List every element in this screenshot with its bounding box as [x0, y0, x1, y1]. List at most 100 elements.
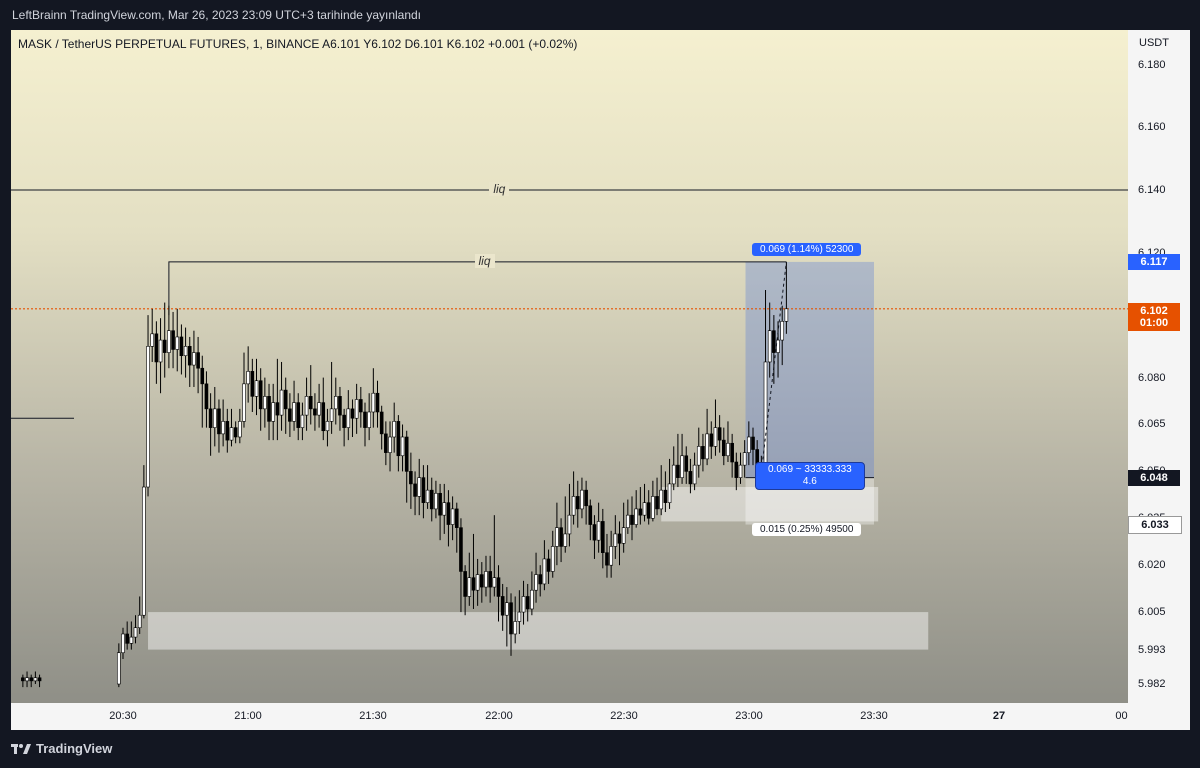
candle-body-75	[409, 471, 413, 485]
candle-body-112	[563, 533, 568, 547]
candle-body-37	[250, 371, 255, 397]
time-tick-7: 27	[992, 710, 1006, 722]
stop-label: 0.015 (0.25%) 49500	[752, 523, 862, 536]
symbol-legend[interactable]: MASK / TetherUS PERPETUAL FUTURES, 1, BI…	[18, 37, 577, 51]
tradingview-logo-icon	[11, 743, 31, 754]
candle-body-44	[279, 389, 284, 416]
candle-body-63	[359, 399, 363, 413]
candle-body-148	[713, 427, 718, 447]
liq-upper-label: liq	[489, 182, 510, 196]
candle-body-99	[509, 602, 513, 635]
candle-body-139	[676, 464, 680, 478]
candle-body-122	[605, 552, 609, 566]
candle-body-97	[500, 596, 505, 616]
candle-body-38	[254, 380, 259, 397]
candle-body-108	[546, 558, 551, 572]
candle-body-125	[617, 533, 622, 544]
candle-body-68	[379, 411, 384, 435]
candlestick-chart[interactable]	[11, 30, 1128, 703]
candle-body-114	[571, 496, 576, 516]
candle-body-130	[638, 508, 643, 516]
candle-body-14	[154, 333, 159, 363]
candle-body-155	[742, 452, 747, 466]
candle-body-145	[701, 446, 705, 460]
candle-body-142	[688, 471, 693, 485]
candle-body-107	[542, 558, 547, 585]
candle-body-32	[229, 427, 234, 441]
candle-body-127	[626, 514, 630, 528]
time-tick-1: 21:00	[234, 710, 262, 722]
price-axis[interactable]: USDT 6.1806.1606.1406.1206.0806.0656.050…	[1128, 30, 1190, 703]
candle-body-115	[575, 496, 580, 510]
candle-body-39	[258, 380, 263, 410]
candle-body-110	[555, 527, 559, 547]
candle-body-161	[767, 330, 772, 363]
candle-body-162	[772, 330, 776, 353]
candle-body-144	[696, 446, 701, 466]
candle-body-100	[513, 621, 517, 635]
candle-body-54	[321, 402, 326, 432]
price-tick-10: 5.993	[1138, 643, 1166, 656]
time-tick-4: 22:30	[610, 710, 638, 722]
candle-body-66	[371, 392, 376, 413]
tradingview-footer: TradingView	[11, 741, 112, 756]
candle-body-22	[187, 346, 192, 366]
candle-body-92	[480, 574, 484, 588]
candle-body-31	[225, 421, 230, 441]
candle-body-59	[342, 414, 346, 428]
candle-body-138	[671, 464, 676, 485]
candle-body-129	[634, 508, 638, 525]
position-label: 0.069 ~ 33333.333 4.6	[755, 462, 865, 490]
candle-body-4	[37, 677, 42, 682]
candle-body-150	[721, 439, 726, 457]
candle-body-84	[446, 502, 451, 525]
price-badge-1: 6.102 01:00	[1128, 302, 1180, 331]
price-tick-0: 6.180	[1138, 58, 1166, 71]
candle-body-164	[780, 321, 785, 341]
candle-body-93	[484, 571, 488, 588]
price-badge-0: 6.117	[1128, 253, 1180, 270]
candle-body-137	[667, 483, 672, 503]
candle-body-88	[463, 571, 467, 597]
candle-body-5	[117, 652, 121, 685]
candle-body-29	[217, 408, 221, 435]
candle-body-157	[751, 436, 755, 450]
candle-body-42	[271, 402, 276, 422]
candle-body-24	[196, 352, 200, 369]
liq-lower-label: liq	[474, 253, 495, 268]
time-tick-5: 23:00	[735, 710, 763, 722]
publish-header: LeftBrainn TradingView.com, Mar 26, 2023…	[12, 8, 422, 22]
candle-body-146	[705, 433, 709, 460]
candle-body-94	[488, 571, 492, 588]
chart-plot-area[interactable]: MASK / TetherUS PERPETUAL FUTURES, 1, BI…	[11, 30, 1128, 703]
candle-body-60	[346, 408, 351, 428]
candle-body-76	[413, 483, 417, 497]
price-tick-9: 6.005	[1138, 606, 1166, 619]
candle-body-116	[580, 489, 584, 510]
time-axis[interactable]: 20:30 21:00 21:30 22:00 22:30 23:00 23:30 27 00:	[11, 703, 1131, 730]
candle-body-20	[179, 336, 184, 357]
candle-body-165	[784, 308, 789, 322]
candle-body-1	[25, 677, 29, 682]
candle-body-123	[609, 546, 613, 566]
candle-body-41	[267, 396, 271, 422]
candle-body-65	[367, 411, 371, 428]
target-label: 0.069 (1.14%) 52300	[752, 243, 862, 256]
candle-body-143	[692, 464, 697, 485]
candle-body-151	[726, 442, 730, 457]
candle-body-53	[317, 402, 321, 416]
candle-body-117	[584, 489, 588, 507]
candle-body-163	[776, 339, 780, 353]
candle-body-16	[162, 339, 167, 353]
candle-body-46	[288, 408, 292, 422]
candle-body-79	[425, 489, 430, 503]
candle-body-147	[709, 433, 714, 447]
candle-body-49	[300, 414, 305, 428]
candle-body-34	[238, 421, 242, 438]
candle-body-134	[655, 496, 659, 510]
position-label-line1: 0.069 ~ 33333.333	[768, 464, 852, 475]
price-tick-1: 6.160	[1138, 121, 1166, 134]
candle-body-7	[125, 633, 129, 644]
candle-body-121	[601, 521, 605, 553]
candle-body-85	[450, 508, 455, 525]
